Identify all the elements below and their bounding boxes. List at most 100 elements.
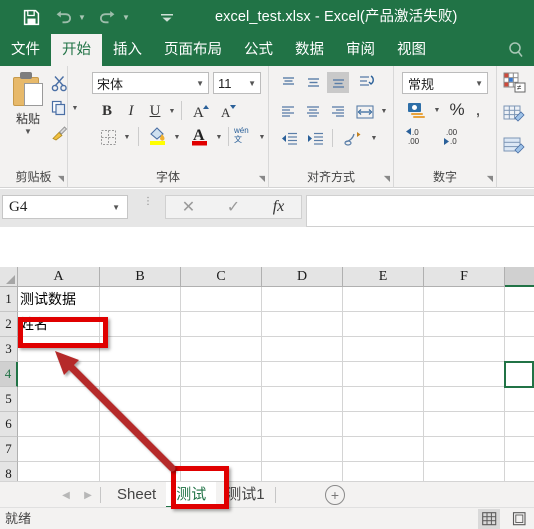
wrap-text-button[interactable]: [353, 101, 377, 122]
add-sheet-button[interactable]: +: [325, 485, 345, 505]
paste-dropdown-icon[interactable]: ▼: [6, 127, 50, 136]
alignment-dialog-launcher[interactable]: ◥: [384, 175, 390, 183]
fill-color-dropdown-icon[interactable]: ▼: [172, 126, 182, 148]
font-dialog-launcher[interactable]: ◥: [259, 175, 265, 183]
number-format-caret-icon[interactable]: ▼: [475, 79, 483, 88]
align-top-button[interactable]: [277, 72, 299, 93]
comma-style-button[interactable]: ,: [470, 99, 486, 121]
cell-B5[interactable]: [100, 387, 181, 412]
cell-A4[interactable]: [18, 362, 100, 387]
clipboard-dialog-launcher[interactable]: ◥: [58, 175, 64, 183]
cell-A7[interactable]: [18, 437, 100, 462]
accounting-format-button[interactable]: [404, 99, 430, 121]
font-color-button[interactable]: A: [188, 124, 212, 146]
cell-E1[interactable]: [343, 287, 424, 312]
orientation-button[interactable]: [355, 72, 379, 93]
name-box[interactable]: G4 ▼: [2, 195, 128, 219]
cell-C1[interactable]: [181, 287, 262, 312]
borders-dropdown-icon[interactable]: ▼: [122, 126, 132, 148]
decrease-indent-button[interactable]: [277, 128, 301, 149]
underline-button[interactable]: U: [144, 100, 166, 122]
tab-home[interactable]: 开始: [51, 34, 102, 66]
font-size-combobox[interactable]: 11 ▼: [213, 72, 261, 94]
cell-E4[interactable]: [343, 362, 424, 387]
number-format-combobox[interactable]: 常规 ▼: [402, 72, 488, 94]
conditional-formatting-button[interactable]: ≠: [503, 72, 529, 96]
cell-F5[interactable]: [424, 387, 505, 412]
row-header-4[interactable]: 4: [0, 362, 18, 387]
font-name-combobox[interactable]: 宋体 ▼: [92, 72, 209, 94]
cell-C5[interactable]: [181, 387, 262, 412]
cell-G4[interactable]: [505, 362, 534, 387]
cut-button[interactable]: [48, 72, 70, 94]
accounting-dropdown-icon[interactable]: ▼: [432, 99, 442, 121]
cell-D6[interactable]: [262, 412, 343, 437]
tab-formulas[interactable]: 公式: [233, 34, 284, 66]
cell-D1[interactable]: [262, 287, 343, 312]
bold-button[interactable]: B: [96, 100, 118, 122]
increase-decimal-button[interactable]: .0 .00: [404, 125, 434, 147]
cell-A1[interactable]: 测试数据: [18, 287, 100, 312]
cell-B4[interactable]: [100, 362, 181, 387]
column-header-C[interactable]: C: [181, 267, 262, 287]
phonetic-guide-button[interactable]: wén 文: [234, 124, 256, 146]
tab-insert[interactable]: 插入: [102, 34, 153, 66]
cell-D4[interactable]: [262, 362, 343, 387]
cell-F6[interactable]: [424, 412, 505, 437]
font-name-caret-icon[interactable]: ▼: [196, 79, 204, 88]
confirm-entry-button[interactable]: ✓: [211, 196, 256, 218]
cell-F4[interactable]: [424, 362, 505, 387]
decrease-font-size-button[interactable]: A: [217, 100, 241, 122]
format-as-table-button[interactable]: [503, 104, 529, 128]
format-painter-button[interactable]: [48, 122, 70, 144]
column-header-F[interactable]: F: [424, 267, 505, 287]
cell-G2[interactable]: [505, 312, 534, 337]
increase-font-size-button[interactable]: A: [190, 100, 214, 122]
decrease-decimal-button[interactable]: .00 .0: [442, 125, 472, 147]
previous-sheet-icon[interactable]: ◀: [55, 482, 77, 508]
paste-button[interactable]: 粘贴 ▼: [6, 72, 50, 136]
merge-center-button[interactable]: [341, 128, 367, 149]
cell-B6[interactable]: [100, 412, 181, 437]
sheet-tab-sheet[interactable]: Sheet: [107, 482, 166, 508]
next-sheet-icon[interactable]: ▶: [77, 482, 99, 508]
cell-F1[interactable]: [424, 287, 505, 312]
cell-D2[interactable]: [262, 312, 343, 337]
cell-G5[interactable]: [505, 387, 534, 412]
phonetic-dropdown-icon[interactable]: ▼: [257, 126, 267, 148]
cell-C7[interactable]: [181, 437, 262, 462]
column-header-B[interactable]: B: [100, 267, 181, 287]
row-header-2[interactable]: 2: [0, 312, 18, 337]
page-layout-view-button[interactable]: [508, 509, 530, 529]
select-all-corner[interactable]: [0, 267, 18, 287]
percent-style-button[interactable]: %: [447, 99, 467, 121]
cell-A6[interactable]: [18, 412, 100, 437]
copy-button[interactable]: [48, 97, 70, 119]
cell-E3[interactable]: [343, 337, 424, 362]
font-color-dropdown-icon[interactable]: ▼: [214, 126, 224, 148]
column-header-E[interactable]: E: [343, 267, 424, 287]
cell-D5[interactable]: [262, 387, 343, 412]
row-header-1[interactable]: 1: [0, 287, 18, 312]
align-center-button[interactable]: [302, 101, 324, 122]
cell-E7[interactable]: [343, 437, 424, 462]
cell-E6[interactable]: [343, 412, 424, 437]
tab-data[interactable]: 数据: [284, 34, 335, 66]
cancel-entry-button[interactable]: ✕: [166, 196, 211, 218]
italic-button[interactable]: I: [120, 100, 142, 122]
row-header-6[interactable]: 6: [0, 412, 18, 437]
cell-D3[interactable]: [262, 337, 343, 362]
cell-A5[interactable]: [18, 387, 100, 412]
merge-center-dropdown-icon[interactable]: ▼: [369, 128, 379, 149]
insert-function-button[interactable]: fx: [256, 196, 301, 218]
cell-B1[interactable]: [100, 287, 181, 312]
column-header-A[interactable]: A: [18, 267, 100, 287]
increase-indent-button[interactable]: [303, 128, 327, 149]
tab-page-layout[interactable]: 页面布局: [153, 34, 233, 66]
cell-styles-button[interactable]: [503, 136, 529, 160]
row-header-7[interactable]: 7: [0, 437, 18, 462]
tab-view[interactable]: 视图: [386, 34, 437, 66]
cell-E5[interactable]: [343, 387, 424, 412]
align-bottom-button[interactable]: [327, 72, 349, 93]
cell-G1[interactable]: [505, 287, 534, 312]
